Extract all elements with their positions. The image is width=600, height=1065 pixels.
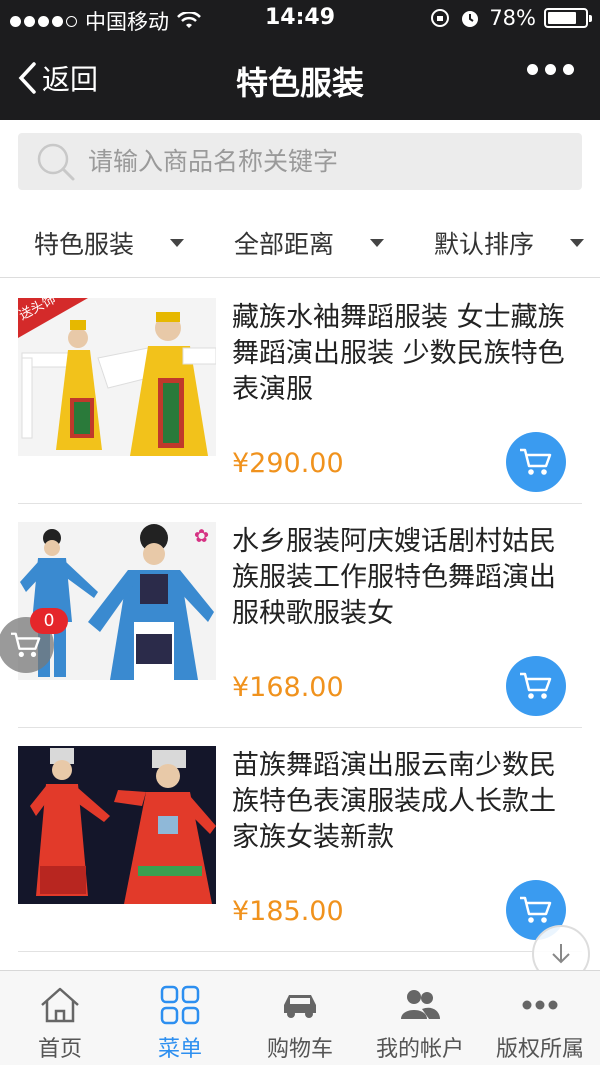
tab-copyright[interactable]: 版权所属: [480, 971, 600, 1065]
filter-category[interactable]: 特色服装: [0, 208, 200, 277]
battery-icon: [544, 8, 592, 28]
caret-down-icon: [370, 238, 384, 247]
filter-bar: 特色服装 全部距离 默认排序: [0, 208, 600, 278]
nav-bar: 返回 特色服装: [0, 38, 600, 120]
tab-label: 首页: [37, 1037, 82, 1062]
cart-icon: [11, 632, 41, 657]
menu-grid-icon: [160, 985, 200, 1025]
cart-icon: [520, 672, 552, 699]
product-item[interactable]: 送头饰 藏族水袖舞蹈服装 女士藏族舞蹈演出服装 少数民族特色表演服 ¥290.0…: [18, 280, 582, 504]
filter-sort[interactable]: 默认排序: [400, 208, 600, 277]
page-title: 特色服装: [235, 64, 364, 102]
arrow-down-icon: [552, 944, 570, 964]
product-item[interactable]: ✿ 水乡服装阿庆嫂话剧村姑民族服装工作服特色舞蹈演出服秧歌服装女 ¥168.00: [18, 504, 582, 728]
tab-my-account[interactable]: 我的帐户: [360, 971, 480, 1065]
battery-level: [548, 12, 577, 24]
tab-bar: 首页 菜单 购物车 我的帐户 版权所属: [0, 970, 600, 1065]
cart-icon: [520, 896, 552, 923]
product-price: ¥168.00: [232, 672, 344, 703]
home-icon: [41, 987, 79, 1023]
more-dots-icon: [522, 1000, 558, 1010]
tab-label: 购物车: [266, 1037, 333, 1062]
cart-count-badge: 0: [30, 608, 68, 634]
filter-distance[interactable]: 全部距离: [200, 208, 400, 277]
product-title: 苗族舞蹈演出服云南少数民族特色表演服装成人长款土家族女装新款: [232, 750, 556, 853]
status-right: 78%: [429, 6, 592, 30]
battery-percent: 78%: [489, 6, 536, 30]
product-image: 送头饰: [18, 298, 216, 456]
filter-category-label: 特色服装: [34, 229, 135, 259]
car-icon: [284, 995, 316, 1018]
status-bar: 中国移动 14:49 78%: [0, 0, 600, 38]
search-icon: [37, 143, 75, 180]
search-area: [0, 120, 600, 208]
filter-distance-label: 全部距离: [234, 229, 335, 259]
header: 中国移动 14:49 78% 返回 特色服装: [0, 0, 600, 120]
product-item[interactable]: 苗族舞蹈演出服云南少数民族特色表演服装成人长款土家族女装新款 ¥185.00: [18, 728, 582, 952]
product-title: 藏族水袖舞蹈服装 女士藏族舞蹈演出服装 少数民族特色表演服: [232, 302, 565, 405]
tab-label: 我的帐户: [375, 1037, 464, 1062]
tab-shopping-cart[interactable]: 购物车: [240, 971, 360, 1065]
filter-sort-label: 默认排序: [434, 229, 535, 259]
tab-label: 菜单: [157, 1037, 202, 1062]
add-to-cart-button[interactable]: [506, 432, 566, 492]
tab-menu[interactable]: 菜单: [120, 971, 240, 1065]
search-bar[interactable]: [18, 133, 582, 190]
product-price: ¥185.00: [232, 896, 344, 927]
tab-home[interactable]: 首页: [0, 971, 120, 1065]
search-input[interactable]: [88, 147, 558, 176]
rotation-lock-icon: [431, 9, 450, 27]
product-image: [18, 746, 216, 904]
product-price: ¥290.00: [232, 448, 344, 479]
cart-icon: [520, 448, 552, 475]
svg-text:✿: ✿: [194, 526, 209, 547]
account-icon: [401, 990, 440, 1019]
tab-label: 版权所属: [495, 1037, 584, 1062]
caret-down-icon: [170, 238, 184, 247]
add-to-cart-button[interactable]: [506, 656, 566, 716]
alarm-icon: [462, 11, 479, 27]
product-title: 水乡服装阿庆嫂话剧村姑民族服装工作服特色舞蹈演出服秧歌服装女: [232, 526, 556, 629]
caret-down-icon: [570, 238, 584, 247]
more-options-icon[interactable]: [527, 64, 574, 75]
